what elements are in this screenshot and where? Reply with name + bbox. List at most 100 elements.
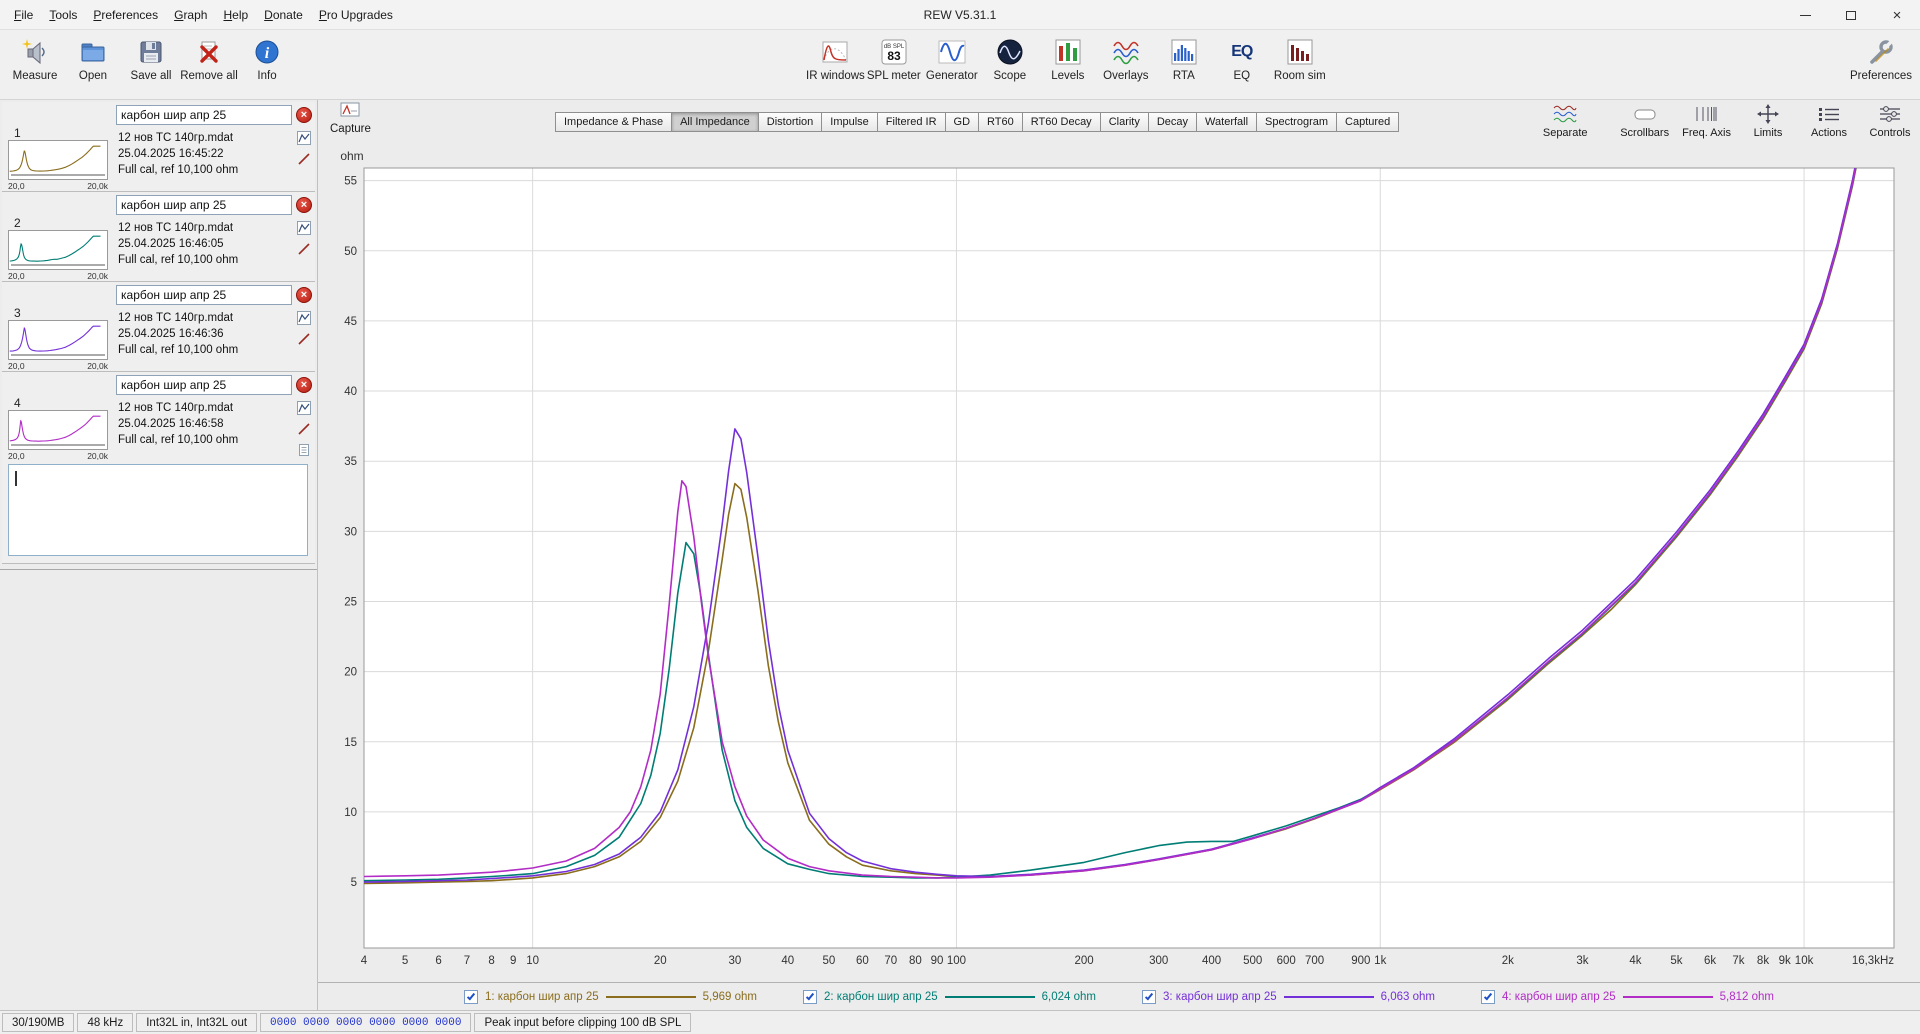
svg-text:20: 20 xyxy=(344,667,357,679)
impedance-chart[interactable]: 5 10 15 20 25 30 35 40 45 50 55 4 5 6 7 8 9 10 20 30 40 50 60 7… xyxy=(318,146,1920,1004)
legend-value: 6,063 ohm xyxy=(1380,990,1435,1003)
levels-icon xyxy=(1053,37,1083,67)
measurement-thumbnail[interactable] xyxy=(8,410,108,450)
svg-text:400: 400 xyxy=(1202,955,1221,967)
measure-button[interactable]: Measure xyxy=(6,30,64,82)
delete-measurement-button[interactable]: × xyxy=(296,287,312,303)
scope-button[interactable]: Scope xyxy=(981,30,1039,82)
delete-measurement-button[interactable]: × xyxy=(296,197,312,213)
tab-spectrogram[interactable]: Spectrogram xyxy=(1256,112,1338,132)
legend-checkbox-4[interactable] xyxy=(1481,989,1495,1004)
svg-text:ohm: ohm xyxy=(340,149,363,163)
legend-label[interactable]: 3: карбон шир апр 25 xyxy=(1163,991,1277,1003)
delete-measurement-button[interactable]: × xyxy=(296,377,312,393)
save-all-button[interactable]: Save all xyxy=(122,30,180,82)
measurement-datetime: 25.04.2025 16:46:36 xyxy=(118,328,224,340)
legend-checkbox-3[interactable] xyxy=(1142,989,1156,1004)
tab-clarity[interactable]: Clarity xyxy=(1099,112,1149,132)
notes-textarea[interactable] xyxy=(8,464,308,556)
menu-donate[interactable]: Donate xyxy=(256,3,311,27)
preferences-button[interactable]: Preferences xyxy=(1850,30,1912,82)
limits-button[interactable]: Limits xyxy=(1744,103,1792,139)
menu-preferences[interactable]: Preferences xyxy=(85,3,166,27)
delete-measurement-button[interactable]: × xyxy=(296,107,312,123)
measurement-card-2[interactable]: × 2 20,0 20,0k 12 нов ТС 140гр.mdat 25.0… xyxy=(2,192,315,282)
ir-windows-button[interactable]: IR windows xyxy=(806,30,865,82)
svg-text:8: 8 xyxy=(488,955,494,967)
freq-axis-button[interactable]: Freq. Axis xyxy=(1682,103,1731,139)
levels-button[interactable]: Levels xyxy=(1039,30,1097,82)
legend-item-4: 4: карбон шир апр 25 5,812 ohm xyxy=(1481,989,1774,1004)
controls-button[interactable]: Controls xyxy=(1866,103,1914,139)
legend-label[interactable]: 2: карбон шир апр 25 xyxy=(824,991,938,1003)
eq-button[interactable]: EQ EQ xyxy=(1213,30,1271,82)
measurement-datetime: 25.04.2025 16:45:22 xyxy=(118,148,224,160)
measurement-graph-icon[interactable] xyxy=(297,131,311,145)
thumb-axis-max: 20,0k xyxy=(87,181,108,191)
menu-file[interactable]: File xyxy=(6,3,41,27)
measurement-name-input[interactable] xyxy=(116,105,292,125)
actions-button[interactable]: Actions xyxy=(1805,103,1853,139)
svg-text:1k: 1k xyxy=(1374,955,1386,967)
legend-checkbox-2[interactable] xyxy=(803,989,817,1004)
tab-waterfall[interactable]: Waterfall xyxy=(1196,112,1258,132)
spl-meter-button[interactable]: dB SPL 83 SPL meter xyxy=(865,30,923,82)
measurement-thumbnail[interactable] xyxy=(8,230,108,270)
tab-impulse[interactable]: Impulse xyxy=(821,112,878,132)
trace-style-icon[interactable] xyxy=(297,422,311,436)
measurement-card-4[interactable]: × 4 20,0 20,0k 12 нов ТС 140гр.mdat 25.0… xyxy=(2,372,315,564)
measurement-thumbnail[interactable] xyxy=(8,140,108,180)
measurement-thumbnail[interactable] xyxy=(8,320,108,360)
tab-gd[interactable]: GD xyxy=(944,112,980,132)
controls-icon xyxy=(1877,103,1903,125)
remove-all-button[interactable]: Remove all xyxy=(180,30,238,82)
rta-button[interactable]: RTA xyxy=(1155,30,1213,82)
trace-style-icon[interactable] xyxy=(297,152,311,166)
tab-rt60[interactable]: RT60 xyxy=(978,112,1023,132)
tab-distortion[interactable]: Distortion xyxy=(757,112,823,132)
measurement-sidebar: Collapse« × 1 20,0 20,0k 12 нов ТС 140гр… xyxy=(0,100,318,1010)
measurement-graph-icon[interactable] xyxy=(297,401,311,415)
chart-canvas[interactable]: 5101520253035404550554 5 6 7 8 9 10 20 30 40 50 60 7… xyxy=(318,146,1920,982)
measurement-card-3[interactable]: × 3 20,0 20,0k 12 нов ТС 140гр.mdat 25.0… xyxy=(2,282,315,372)
measurement-name-input[interactable] xyxy=(116,285,292,305)
legend-label[interactable]: 1: карбон шир апр 25 xyxy=(485,991,599,1003)
maximize-button[interactable] xyxy=(1828,0,1874,30)
generator-button[interactable]: Generator xyxy=(923,30,981,82)
tab-rt60-decay[interactable]: RT60 Decay xyxy=(1021,112,1101,132)
svg-text:6k: 6k xyxy=(1704,955,1716,967)
menu-graph[interactable]: Graph xyxy=(166,3,215,27)
open-button[interactable]: Open xyxy=(64,30,122,82)
room-sim-button[interactable]: Room sim xyxy=(1271,30,1329,82)
menu-tools[interactable]: Tools xyxy=(41,3,85,27)
trace-style-icon[interactable] xyxy=(297,242,311,256)
svg-text:25: 25 xyxy=(344,596,357,608)
separate-button[interactable]: Separate xyxy=(1541,103,1589,139)
measurement-graph-icon[interactable] xyxy=(297,221,311,235)
tab-decay[interactable]: Decay xyxy=(1147,112,1198,132)
measurement-name-input[interactable] xyxy=(116,195,292,215)
menu-help[interactable]: Help xyxy=(215,3,256,27)
info-button[interactable]: i Info xyxy=(238,30,296,82)
tab-all-impedance[interactable]: All Impedance xyxy=(671,112,759,132)
notes-icon[interactable] xyxy=(297,443,311,457)
svg-text:i: i xyxy=(265,45,270,62)
trace-style-icon[interactable] xyxy=(297,332,311,346)
tab-impedance-phase[interactable]: Impedance & Phase xyxy=(555,112,673,132)
legend-line-swatch xyxy=(605,995,696,998)
menu-pro-upgrades[interactable]: Pro Upgrades xyxy=(311,3,401,27)
minimize-button[interactable] xyxy=(1782,0,1828,30)
measurement-name-input[interactable] xyxy=(116,375,292,395)
tab-captured[interactable]: Captured xyxy=(1336,112,1400,132)
measurement-card-1[interactable]: × 1 20,0 20,0k 12 нов ТС 140гр.mdat 25.0… xyxy=(2,102,315,192)
close-button[interactable]: × xyxy=(1874,0,1920,30)
measurement-graph-icon[interactable] xyxy=(297,311,311,325)
capture-button[interactable]: Capture xyxy=(330,102,371,135)
tab-filtered-ir[interactable]: Filtered IR xyxy=(876,112,946,132)
measurement-number: 2 xyxy=(12,216,23,231)
overlays-button[interactable]: Overlays xyxy=(1097,30,1155,82)
scrollbars-button[interactable]: Scrollbars xyxy=(1620,103,1669,139)
measurement-file: 12 нов ТС 140гр.mdat xyxy=(118,222,234,234)
legend-checkbox-1[interactable] xyxy=(464,989,478,1004)
legend-label[interactable]: 4: карбон шир апр 25 xyxy=(1502,991,1616,1003)
